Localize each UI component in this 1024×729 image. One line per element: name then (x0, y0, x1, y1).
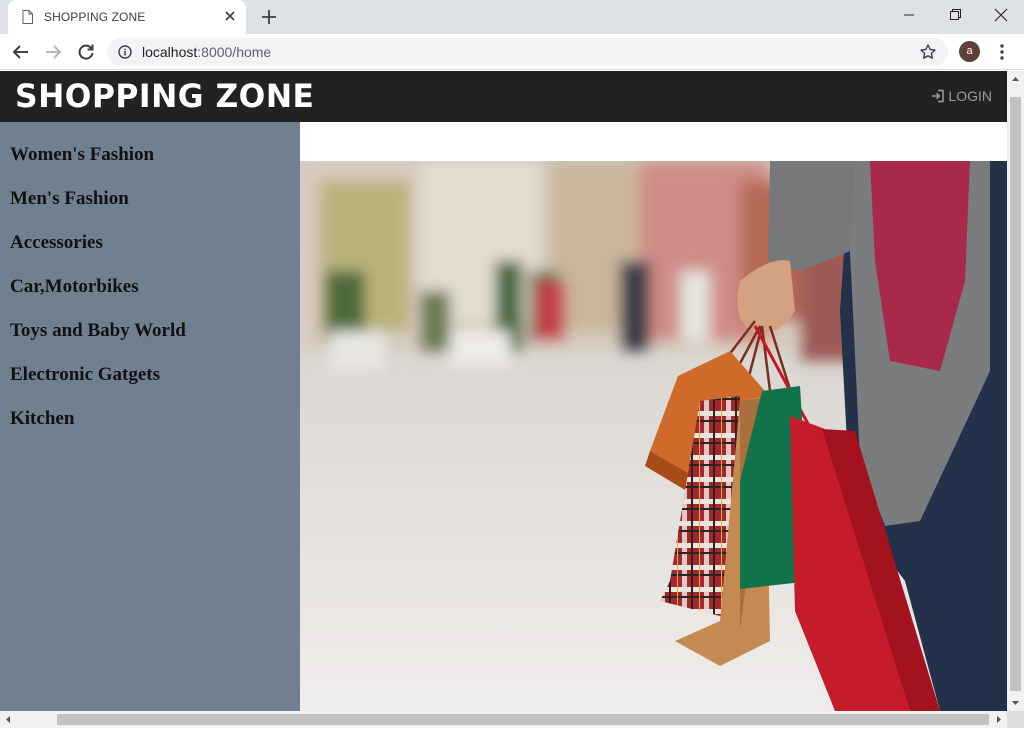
page-viewport: SHOPPING ZONE LOGIN Women's Fashion Men'… (0, 71, 1007, 711)
scroll-left-icon[interactable] (0, 711, 17, 728)
scroll-down-icon[interactable] (1007, 694, 1024, 711)
category-link[interactable]: Men's Fashion (0, 188, 300, 232)
login-icon (932, 89, 945, 103)
url-text: localhost:8000/home (142, 44, 271, 60)
url-host: localhost (142, 44, 198, 60)
menu-icon[interactable] (996, 43, 1008, 61)
address-bar[interactable]: localhost:8000/home (107, 38, 948, 66)
tab-title: SHOPPING ZONE (44, 10, 146, 24)
vertical-scrollbar[interactable] (1007, 71, 1024, 711)
site-brand[interactable]: SHOPPING ZONE (15, 77, 314, 115)
info-icon[interactable] (118, 45, 132, 59)
category-link[interactable]: Electronic Gatgets (0, 364, 300, 408)
login-link[interactable]: LOGIN (931, 88, 992, 104)
star-icon[interactable] (919, 43, 937, 61)
vertical-scroll-thumb[interactable] (1010, 97, 1021, 691)
scrollbar-corner (1007, 711, 1024, 728)
shopping-bags-illustration (300, 161, 1007, 711)
category-link[interactable]: Car,Motorbikes (0, 276, 300, 320)
forward-icon[interactable] (42, 41, 64, 63)
minimize-icon[interactable] (886, 0, 932, 30)
category-link[interactable]: Women's Fashion (0, 144, 300, 188)
page-icon (22, 10, 33, 24)
category-link[interactable]: Toys and Baby World (0, 320, 300, 364)
back-icon[interactable] (10, 41, 32, 63)
login-label: LOGIN (948, 88, 992, 104)
plus-icon[interactable] (258, 7, 280, 27)
reload-icon[interactable] (75, 41, 97, 63)
close-icon[interactable] (222, 8, 238, 24)
browser-tabbar: SHOPPING ZONE (0, 0, 1024, 34)
scroll-up-icon[interactable] (1007, 71, 1024, 88)
browser-toolbar: localhost:8000/home (0, 34, 1024, 70)
horizontal-scroll-thumb[interactable] (57, 714, 989, 725)
url-path: :8000/home (197, 44, 272, 60)
category-link[interactable]: Kitchen (0, 408, 300, 452)
horizontal-scrollbar[interactable] (0, 711, 1007, 728)
restore-icon[interactable] (932, 0, 978, 30)
hero-image (300, 161, 1007, 711)
category-sidebar: Women's Fashion Men's Fashion Accessorie… (0, 122, 300, 711)
profile-avatar[interactable]: a (959, 41, 980, 62)
scroll-right-icon[interactable] (990, 711, 1007, 728)
category-link[interactable]: Accessories (0, 232, 300, 276)
browser-tab[interactable]: SHOPPING ZONE (8, 0, 246, 34)
window-close-icon[interactable] (978, 0, 1024, 30)
site-navbar: SHOPPING ZONE LOGIN (0, 71, 1007, 122)
